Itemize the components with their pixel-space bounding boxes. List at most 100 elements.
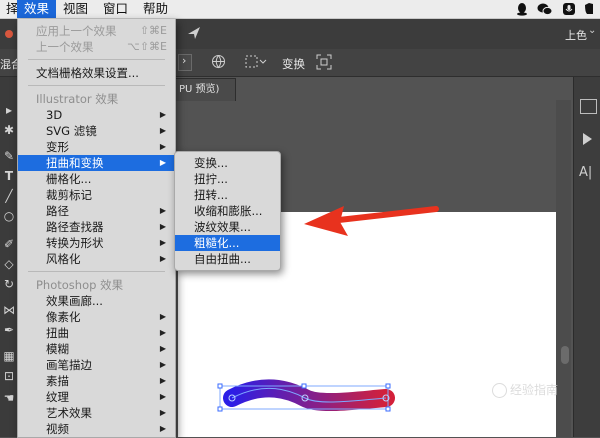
menu-item-stylize[interactable]: 风格化 ▶ (18, 251, 175, 267)
annotation-arrow-icon (304, 206, 439, 236)
menu-window[interactable]: 窗口 (97, 0, 134, 18)
distort-transform-submenu: 变换... 扭拧... 扭转... 收缩和膨胀... 波纹效果... 粗糙化..… (174, 151, 281, 271)
menu-item-label: 收缩和膨胀... (194, 204, 263, 218)
menu-effect[interactable]: 效果 (17, 0, 56, 18)
menu-item-label: 波纹效果... (194, 220, 251, 234)
brush-tool-icon[interactable]: ✐ (2, 237, 16, 251)
evernote-icon[interactable] (582, 2, 596, 16)
submenu-item-tweak[interactable]: 扭拧... (175, 171, 280, 187)
eraser-tool-icon[interactable]: ◇ (2, 257, 16, 271)
menu-item-label: 扭曲 (46, 326, 69, 340)
submenu-item-free-distort[interactable]: 自由扭曲... (175, 251, 280, 267)
selection-tool-icon[interactable]: ▸ (2, 103, 16, 117)
apply-last-effect-item[interactable]: 应用上一个效果 ⇧⌘E (18, 23, 175, 39)
type-tool-icon[interactable]: T (2, 169, 16, 183)
panel-icon[interactable] (580, 99, 597, 114)
menu-item-video[interactable]: 视频 ▶ (18, 421, 175, 437)
submenu-item-transform[interactable]: 变换... (175, 155, 280, 171)
menu-item-label: 3D (46, 108, 63, 122)
menu-item-warp[interactable]: 变形 ▶ (18, 139, 175, 155)
globe-icon[interactable] (211, 54, 226, 69)
artboard-tool-icon[interactable]: ⊡ (2, 369, 16, 383)
photoshop-effects-header: Photoshop 效果 (18, 277, 175, 293)
menu-item-distort-transform[interactable]: 扭曲和变换 ▶ (18, 155, 175, 171)
menu-item-label: 路径查找器 (46, 220, 104, 234)
menu-item-effect-gallery[interactable]: 效果画廊... (18, 293, 175, 309)
menu-item-blur[interactable]: 模糊 ▶ (18, 341, 175, 357)
document-tab-label: PU 预览) (179, 84, 220, 95)
menu-item-rasterize[interactable]: 栅格化... (18, 171, 175, 187)
submenu-item-pucker-bloat[interactable]: 收缩和膨胀... (175, 203, 280, 219)
chevron-down-icon[interactable]: ⌄ (588, 25, 596, 36)
next-button[interactable]: › (178, 54, 192, 71)
gradient-stroke-artwork[interactable] (210, 376, 400, 416)
menu-item-svg-filters[interactable]: SVG 滤镜 ▶ (18, 123, 175, 139)
rotate-tool-icon[interactable]: ↻ (2, 277, 16, 291)
menu-item-sketch[interactable]: 素描 ▶ (18, 373, 175, 389)
scrollbar-thumb[interactable] (561, 346, 569, 364)
menu-item-label: 栅格化... (46, 172, 92, 186)
microphone-icon[interactable] (562, 2, 576, 16)
menu-item-texture[interactable]: 纹理 ▶ (18, 389, 175, 405)
submenu-arrow-icon: ▶ (159, 142, 166, 151)
menu-item-label: 画笔描边 (46, 358, 92, 372)
play-action-icon[interactable] (583, 133, 592, 145)
menu-item-artistic[interactable]: 艺术效果 ▶ (18, 405, 175, 421)
width-tool-icon[interactable]: ⋈ (2, 303, 16, 317)
menu-view[interactable]: 视图 (57, 0, 94, 18)
line-tool-icon[interactable]: ╱ (2, 189, 16, 203)
menu-item-label: 文档栅格效果设置... (36, 66, 139, 80)
align-selection-icon[interactable] (245, 54, 267, 69)
menu-item-distort[interactable]: 扭曲 ▶ (18, 325, 175, 341)
watermark: 经验指南 (492, 381, 578, 399)
submenu-item-zig-zag[interactable]: 波纹效果... (175, 219, 280, 235)
submenu-item-twist[interactable]: 扭转... (175, 187, 280, 203)
menu-item-label: 变换... (194, 156, 228, 170)
document-raster-settings-item[interactable]: 文档栅格效果设置... (18, 65, 175, 81)
menu-item-label: 裁剪标记 (46, 188, 92, 202)
menu-item-pathfinder[interactable]: 路径查找器 ▶ (18, 219, 175, 235)
menu-item-brush-strokes[interactable]: 画笔描边 ▶ (18, 357, 175, 373)
watermark-logo-icon (492, 383, 507, 398)
last-effect-item[interactable]: 上一个效果 ⌥⇧⌘E (18, 39, 175, 55)
menu-item-3d[interactable]: 3D ▶ (18, 107, 175, 123)
menu-item-crop-marks[interactable]: 裁剪标记 (18, 187, 175, 203)
illustrator-effects-header: Illustrator 效果 (18, 91, 175, 107)
submenu-item-roughen[interactable]: 粗糙化... (175, 235, 280, 251)
menu-separator (28, 85, 165, 86)
send-icon[interactable] (186, 25, 202, 41)
menu-item-label: SVG 滤镜 (46, 124, 97, 138)
traffic-light-icon[interactable] (4, 29, 16, 39)
eyedropper-tool-icon[interactable]: ✒ (2, 323, 16, 337)
menu-item-pixelate[interactable]: 像素化 ▶ (18, 309, 175, 325)
shortcut-label: ⇧⌘E (139, 24, 167, 37)
menu-item-label: 上一个效果 (36, 40, 94, 54)
submenu-arrow-icon: ▶ (159, 376, 166, 385)
menu-item-label: 艺术效果 (46, 406, 92, 420)
ellipse-tool-icon[interactable]: ○ (2, 209, 16, 223)
submenu-arrow-icon: ▶ (159, 126, 166, 135)
submenu-arrow-icon: ▶ (159, 408, 166, 417)
wechat-icon[interactable] (537, 2, 553, 16)
fit-artboard-icon[interactable] (316, 54, 332, 70)
magic-wand-tool-icon[interactable]: ✱ (2, 123, 16, 137)
menu-item-path[interactable]: 路径 ▶ (18, 203, 175, 219)
graph-tool-icon[interactable]: ▦ (2, 349, 16, 363)
qq-penguin-icon[interactable] (515, 2, 529, 16)
menu-item-label: 路径 (46, 204, 69, 218)
submenu-arrow-icon: ▶ (159, 344, 166, 353)
menu-item-convert-to-shape[interactable]: 转换为形状 ▶ (18, 235, 175, 251)
workspace-label[interactable]: 上色 (565, 27, 587, 43)
menu-bar: 择 效果 视图 窗口 帮助 (0, 0, 600, 19)
menu-item-label: 扭曲和变换 (46, 156, 104, 170)
submenu-arrow-icon: ▶ (159, 328, 166, 337)
document-tab[interactable]: PU 预览) (174, 78, 236, 101)
transform-button[interactable]: 变换 (282, 56, 305, 72)
menu-help[interactable]: 帮助 (137, 0, 174, 18)
submenu-arrow-icon: ▶ (159, 158, 166, 167)
shortcut-label: ⌥⇧⌘E (127, 40, 167, 53)
pen-tool-icon[interactable]: ✎ (2, 149, 16, 163)
effect-menu: 应用上一个效果 ⇧⌘E 上一个效果 ⌥⇧⌘E 文档栅格效果设置... Illus… (17, 19, 176, 438)
hand-tool-icon[interactable]: ☚ (2, 391, 16, 405)
character-panel-icon[interactable]: A| (579, 165, 592, 180)
